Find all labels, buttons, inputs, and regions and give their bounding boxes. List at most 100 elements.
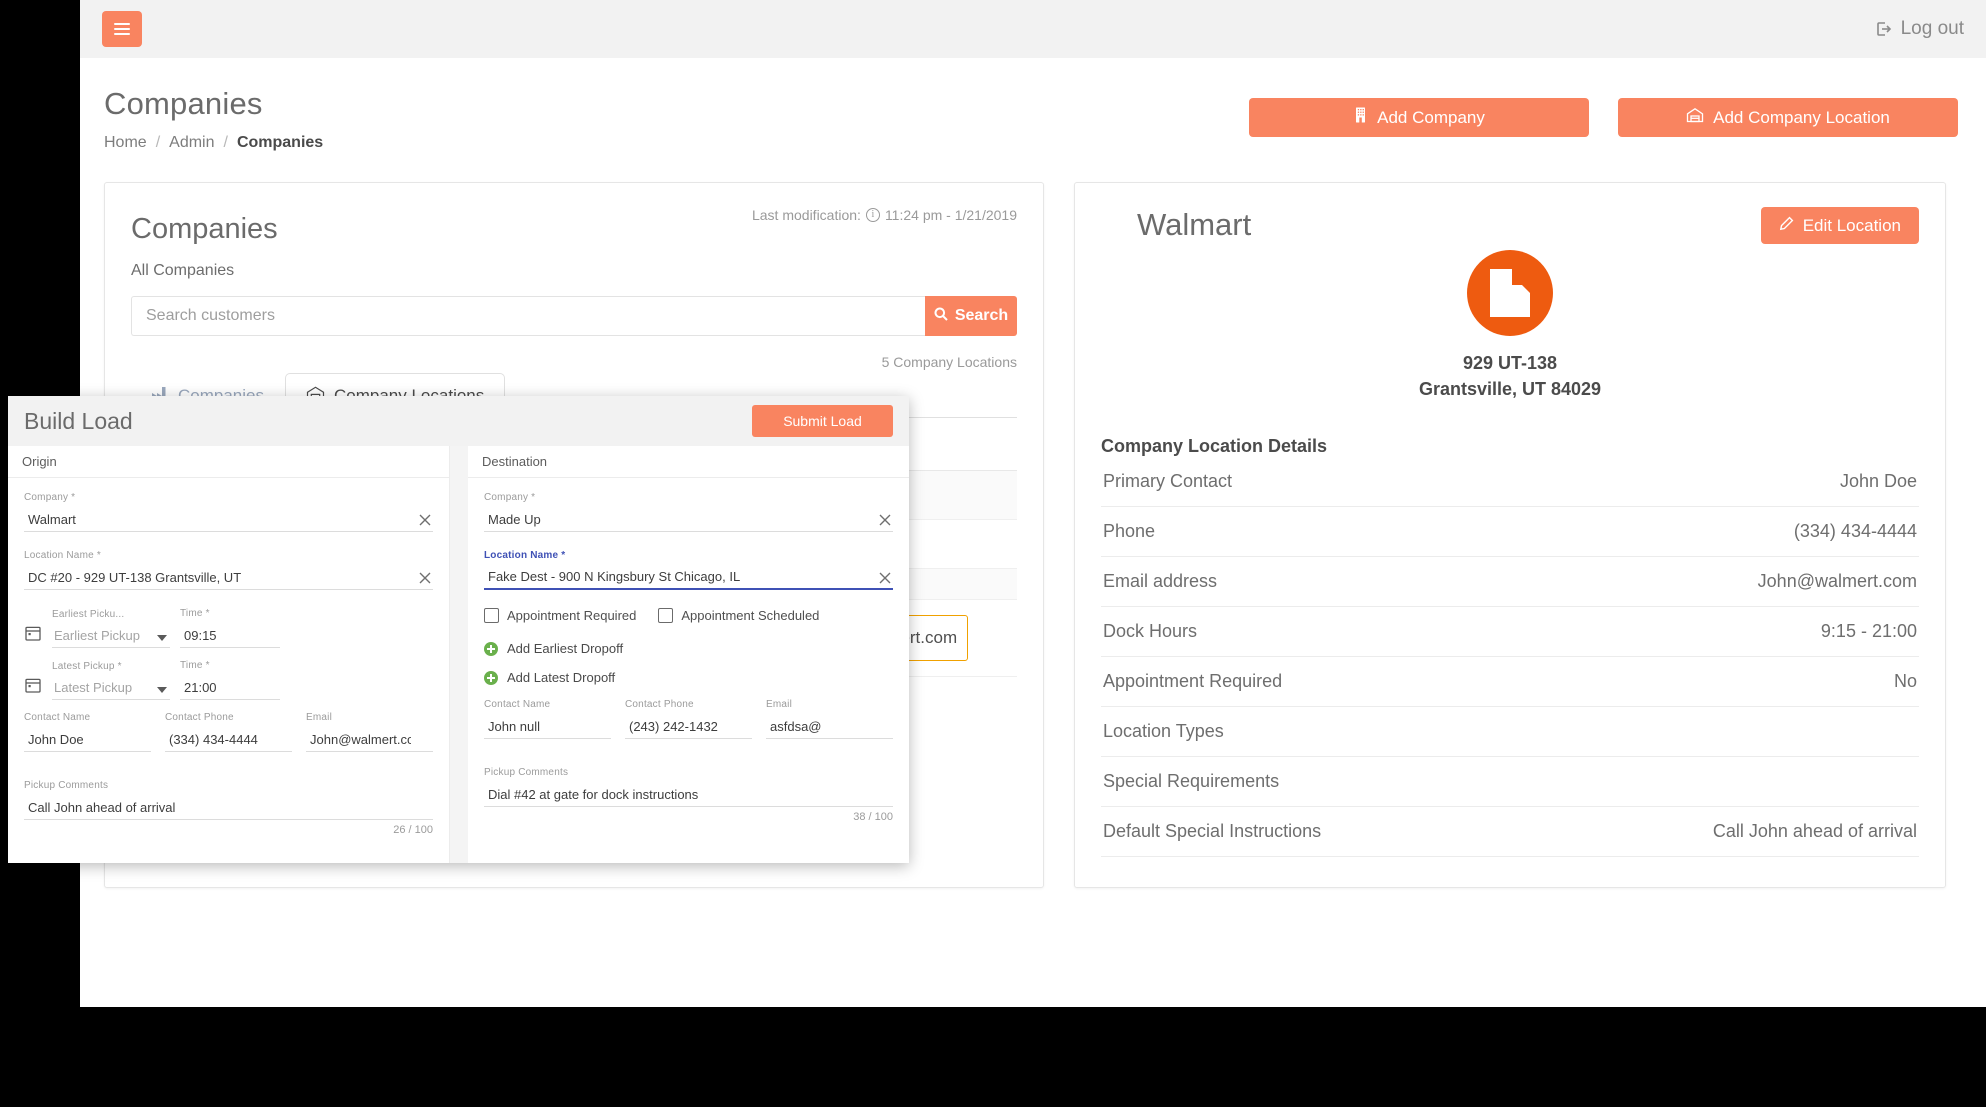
edit-location-button[interactable]: Edit Location bbox=[1760, 207, 1919, 244]
origin-contact-phone-label: Contact Phone bbox=[165, 712, 234, 723]
detail-special-requirements: Special Requirements bbox=[1101, 757, 1919, 808]
chevron-down-icon[interactable] bbox=[157, 687, 167, 693]
add-earliest-dropoff-link[interactable]: Add Earliest Dropoff bbox=[484, 641, 893, 656]
origin-latest-time-input[interactable] bbox=[180, 675, 280, 700]
checkbox-appointment-scheduled[interactable]: Appointment Scheduled bbox=[658, 608, 819, 623]
build-load-modal: Build Load Submit Load Origin Company * bbox=[8, 396, 909, 863]
origin-earliest-time-label: Time * bbox=[180, 608, 210, 619]
origin-earliest-time-field: Time * bbox=[180, 608, 280, 648]
chevron-down-icon[interactable] bbox=[157, 635, 167, 641]
breadcrumb-admin[interactable]: Admin bbox=[169, 134, 214, 152]
origin-contact-phone-field: Contact Phone bbox=[165, 712, 292, 752]
breadcrumb-home[interactable]: Home bbox=[104, 134, 147, 152]
origin-earliest-time-input[interactable] bbox=[180, 623, 280, 648]
add-earliest-dropoff-label: Add Earliest Dropoff bbox=[507, 641, 624, 656]
destination-contact-name-label: Contact Name bbox=[484, 699, 551, 710]
last-modification: Last modification: i 11:24 pm - 1/21/201… bbox=[752, 207, 1017, 223]
origin-location-label: Location Name * bbox=[24, 550, 101, 561]
origin-contact-name-input[interactable] bbox=[24, 727, 151, 752]
destination-comments-field: Pickup Comments 38 / 100 bbox=[484, 767, 893, 823]
destination-company-clear-icon[interactable] bbox=[877, 512, 893, 528]
submit-load-button[interactable]: Submit Load bbox=[752, 405, 893, 437]
detail-label: Phone bbox=[1103, 521, 1156, 542]
destination-fields: Company * Location Name * bbox=[468, 478, 909, 823]
logout-button[interactable]: Log out bbox=[1874, 18, 1964, 40]
logout-label: Log out bbox=[1900, 18, 1964, 39]
destination-comments-input[interactable] bbox=[484, 782, 893, 807]
calendar-icon[interactable] bbox=[24, 624, 42, 642]
checkbox-box[interactable] bbox=[658, 608, 674, 623]
checkbox-box[interactable] bbox=[484, 608, 499, 623]
origin-company-clear-icon[interactable] bbox=[417, 512, 433, 528]
hamburger-icon[interactable] bbox=[102, 11, 142, 47]
checkbox-appointment-scheduled-label: Appointment Scheduled bbox=[681, 608, 820, 623]
destination-comments-counter: 38 / 100 bbox=[853, 811, 893, 823]
calendar-icon[interactable] bbox=[24, 676, 42, 694]
destination-email-label: Email bbox=[766, 699, 793, 710]
add-company-button[interactable]: Add Company bbox=[1249, 98, 1589, 137]
search-input[interactable] bbox=[131, 296, 925, 336]
page-title: Companies bbox=[104, 86, 263, 121]
destination-contact-name-field: Contact Name bbox=[484, 699, 611, 739]
detail-value: (334) 434-4444 bbox=[1793, 521, 1917, 542]
origin-latest-date-field: Latest Pickup * bbox=[52, 661, 170, 700]
destination-company-label: Company * bbox=[484, 492, 536, 503]
detail-dock-hours: Dock Hours 9:15 - 21:00 bbox=[1101, 607, 1919, 658]
info-icon[interactable]: i bbox=[865, 208, 880, 222]
add-latest-dropoff-link[interactable]: Add Latest Dropoff bbox=[484, 670, 893, 685]
destination-contact-row: Contact Name Contact Phone Email bbox=[484, 699, 893, 757]
origin-contact-name-field: Contact Name bbox=[24, 712, 151, 752]
origin-comments-input[interactable] bbox=[24, 795, 433, 820]
origin-location-field: Location Name * bbox=[24, 550, 433, 590]
destination-contact-phone-input[interactable] bbox=[625, 714, 752, 739]
origin-contact-name-label: Contact Name bbox=[24, 712, 91, 723]
detail-value: Call John ahead of arrival bbox=[1712, 821, 1917, 842]
origin-panel: Origin Company * Location Name * bbox=[8, 446, 450, 863]
origin-location-clear-icon[interactable] bbox=[417, 570, 433, 586]
destination-email-input[interactable] bbox=[766, 714, 893, 739]
origin-section-label: Origin bbox=[8, 446, 449, 478]
details-heading: Company Location Details bbox=[1101, 436, 1328, 457]
last-modification-value: 11:24 pm - 1/21/2019 bbox=[884, 207, 1017, 223]
origin-latest-pickup-row: Latest Pickup * Time * bbox=[24, 660, 433, 700]
checkbox-appointment-required[interactable]: Appointment Required bbox=[484, 608, 636, 623]
destination-location-label: Location Name * bbox=[484, 550, 566, 561]
origin-location-input[interactable] bbox=[24, 565, 433, 590]
add-company-location-label: Add Company Location bbox=[1713, 107, 1890, 127]
warehouse-icon bbox=[1686, 107, 1704, 128]
origin-contact-phone-input[interactable] bbox=[165, 727, 292, 752]
detail-value: 9:15 - 21:00 bbox=[1820, 621, 1917, 642]
detail-label: Dock Hours bbox=[1103, 621, 1198, 642]
add-company-location-button[interactable]: Add Company Location bbox=[1618, 98, 1958, 137]
page-header-left: Companies Home / Admin / Companies bbox=[104, 86, 323, 152]
destination-contact-name-input[interactable] bbox=[484, 714, 611, 739]
origin-latest-date-input[interactable] bbox=[52, 676, 170, 700]
detail-value: No bbox=[1893, 671, 1917, 692]
origin-earliest-date-label: Earliest Picku... bbox=[52, 609, 125, 620]
destination-appointment-checkboxes: Appointment Required Appointment Schedul… bbox=[484, 608, 893, 623]
destination-contact-phone-field: Contact Phone bbox=[625, 699, 752, 739]
checkbox-appointment-required-label: Appointment Required bbox=[507, 608, 637, 623]
location-detail-header: Walmart Edit Location bbox=[1101, 207, 1919, 244]
detail-value: John Doe bbox=[1839, 471, 1917, 492]
destination-location-input[interactable] bbox=[484, 565, 893, 590]
destination-panel: Destination Company * Location Name * bbox=[468, 446, 909, 863]
origin-earliest-date-input[interactable] bbox=[52, 624, 170, 648]
origin-company-input[interactable] bbox=[24, 507, 433, 532]
origin-latest-date-label: Latest Pickup * bbox=[52, 661, 122, 672]
screen: Log out Companies Home / Admin / Compani… bbox=[0, 0, 1986, 1107]
utah-state-icon bbox=[1467, 250, 1553, 336]
search-icon bbox=[934, 307, 948, 326]
pencil-icon bbox=[1779, 216, 1794, 236]
origin-email-input[interactable] bbox=[306, 727, 433, 752]
edit-location-label: Edit Location bbox=[1802, 215, 1901, 235]
search-button[interactable]: Search bbox=[925, 296, 1017, 336]
detail-label: Appointment Required bbox=[1103, 671, 1283, 692]
origin-comments-label: Pickup Comments bbox=[24, 780, 109, 791]
origin-company-label: Company * bbox=[24, 492, 76, 503]
destination-company-input[interactable] bbox=[484, 507, 893, 532]
modal-panel-divider bbox=[450, 446, 468, 863]
add-company-label: Add Company bbox=[1377, 107, 1485, 127]
destination-location-clear-icon[interactable] bbox=[877, 570, 893, 586]
page-header-actions: Add Company Add Company Location bbox=[1249, 98, 1958, 137]
